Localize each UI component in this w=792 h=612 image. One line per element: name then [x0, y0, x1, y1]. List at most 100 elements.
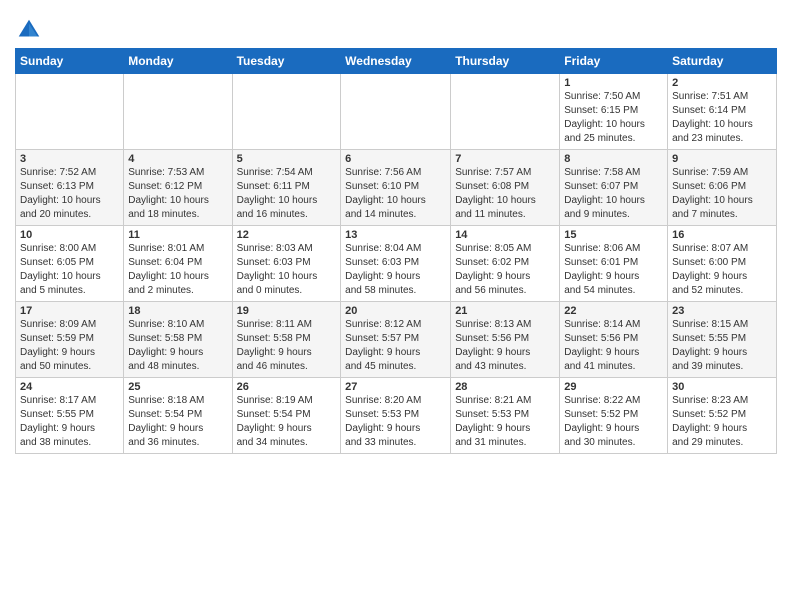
calendar-day-cell: 16Sunrise: 8:07 AM Sunset: 6:00 PM Dayli… [668, 226, 777, 302]
calendar-day-cell [124, 74, 232, 150]
day-number: 4 [128, 153, 227, 165]
day-number: 30 [672, 381, 772, 393]
day-number: 27 [345, 381, 446, 393]
day-info: Sunrise: 8:23 AM Sunset: 5:52 PM Dayligh… [672, 394, 772, 450]
calendar-day-cell: 28Sunrise: 8:21 AM Sunset: 5:53 PM Dayli… [451, 378, 560, 454]
calendar-day-cell: 3Sunrise: 7:52 AM Sunset: 6:13 PM Daylig… [16, 150, 124, 226]
calendar-day-cell: 29Sunrise: 8:22 AM Sunset: 5:52 PM Dayli… [560, 378, 668, 454]
day-number: 6 [345, 153, 446, 165]
calendar-day-cell: 7Sunrise: 7:57 AM Sunset: 6:08 PM Daylig… [451, 150, 560, 226]
calendar-day-cell: 5Sunrise: 7:54 AM Sunset: 6:11 PM Daylig… [232, 150, 341, 226]
calendar-day-cell: 8Sunrise: 7:58 AM Sunset: 6:07 PM Daylig… [560, 150, 668, 226]
day-info: Sunrise: 7:53 AM Sunset: 6:12 PM Dayligh… [128, 166, 227, 222]
calendar-day-cell: 12Sunrise: 8:03 AM Sunset: 6:03 PM Dayli… [232, 226, 341, 302]
day-number: 19 [237, 305, 337, 317]
calendar-week-row: 24Sunrise: 8:17 AM Sunset: 5:55 PM Dayli… [16, 378, 777, 454]
calendar-day-cell [232, 74, 341, 150]
calendar-day-cell: 1Sunrise: 7:50 AM Sunset: 6:15 PM Daylig… [560, 74, 668, 150]
calendar-day-cell: 14Sunrise: 8:05 AM Sunset: 6:02 PM Dayli… [451, 226, 560, 302]
day-number: 11 [128, 229, 227, 241]
day-number: 23 [672, 305, 772, 317]
day-number: 5 [237, 153, 337, 165]
calendar-table: SundayMondayTuesdayWednesdayThursdayFrid… [15, 48, 777, 454]
calendar-day-cell: 21Sunrise: 8:13 AM Sunset: 5:56 PM Dayli… [451, 302, 560, 378]
calendar-day-cell [341, 74, 451, 150]
day-number: 12 [237, 229, 337, 241]
day-number: 22 [564, 305, 663, 317]
calendar-day-cell: 26Sunrise: 8:19 AM Sunset: 5:54 PM Dayli… [232, 378, 341, 454]
day-info: Sunrise: 8:13 AM Sunset: 5:56 PM Dayligh… [455, 318, 555, 374]
day-number: 14 [455, 229, 555, 241]
calendar-day-cell: 2Sunrise: 7:51 AM Sunset: 6:14 PM Daylig… [668, 74, 777, 150]
day-info: Sunrise: 7:58 AM Sunset: 6:07 PM Dayligh… [564, 166, 663, 222]
logo-icon [15, 16, 43, 44]
calendar-header-row: SundayMondayTuesdayWednesdayThursdayFrid… [16, 49, 777, 74]
calendar-day-cell: 4Sunrise: 7:53 AM Sunset: 6:12 PM Daylig… [124, 150, 232, 226]
calendar-day-cell: 23Sunrise: 8:15 AM Sunset: 5:55 PM Dayli… [668, 302, 777, 378]
calendar-day-cell: 19Sunrise: 8:11 AM Sunset: 5:58 PM Dayli… [232, 302, 341, 378]
day-number: 25 [128, 381, 227, 393]
calendar-day-cell: 24Sunrise: 8:17 AM Sunset: 5:55 PM Dayli… [16, 378, 124, 454]
page-header [15, 10, 777, 44]
calendar-day-cell: 17Sunrise: 8:09 AM Sunset: 5:59 PM Dayli… [16, 302, 124, 378]
day-info: Sunrise: 8:01 AM Sunset: 6:04 PM Dayligh… [128, 242, 227, 298]
day-info: Sunrise: 8:22 AM Sunset: 5:52 PM Dayligh… [564, 394, 663, 450]
day-number: 21 [455, 305, 555, 317]
day-info: Sunrise: 8:18 AM Sunset: 5:54 PM Dayligh… [128, 394, 227, 450]
day-info: Sunrise: 8:05 AM Sunset: 6:02 PM Dayligh… [455, 242, 555, 298]
day-info: Sunrise: 8:14 AM Sunset: 5:56 PM Dayligh… [564, 318, 663, 374]
day-info: Sunrise: 8:15 AM Sunset: 5:55 PM Dayligh… [672, 318, 772, 374]
day-number: 16 [672, 229, 772, 241]
day-info: Sunrise: 8:10 AM Sunset: 5:58 PM Dayligh… [128, 318, 227, 374]
day-number: 2 [672, 77, 772, 89]
calendar-day-cell: 22Sunrise: 8:14 AM Sunset: 5:56 PM Dayli… [560, 302, 668, 378]
day-number: 24 [20, 381, 119, 393]
calendar-day-cell: 20Sunrise: 8:12 AM Sunset: 5:57 PM Dayli… [341, 302, 451, 378]
weekday-header: Tuesday [232, 49, 341, 74]
day-info: Sunrise: 8:06 AM Sunset: 6:01 PM Dayligh… [564, 242, 663, 298]
weekday-header: Thursday [451, 49, 560, 74]
day-info: Sunrise: 8:19 AM Sunset: 5:54 PM Dayligh… [237, 394, 337, 450]
calendar-week-row: 17Sunrise: 8:09 AM Sunset: 5:59 PM Dayli… [16, 302, 777, 378]
calendar-day-cell: 9Sunrise: 7:59 AM Sunset: 6:06 PM Daylig… [668, 150, 777, 226]
weekday-header: Sunday [16, 49, 124, 74]
day-info: Sunrise: 7:56 AM Sunset: 6:10 PM Dayligh… [345, 166, 446, 222]
day-number: 7 [455, 153, 555, 165]
day-info: Sunrise: 8:09 AM Sunset: 5:59 PM Dayligh… [20, 318, 119, 374]
calendar-day-cell: 15Sunrise: 8:06 AM Sunset: 6:01 PM Dayli… [560, 226, 668, 302]
day-info: Sunrise: 7:50 AM Sunset: 6:15 PM Dayligh… [564, 90, 663, 146]
day-info: Sunrise: 8:07 AM Sunset: 6:00 PM Dayligh… [672, 242, 772, 298]
day-info: Sunrise: 7:57 AM Sunset: 6:08 PM Dayligh… [455, 166, 555, 222]
day-info: Sunrise: 7:54 AM Sunset: 6:11 PM Dayligh… [237, 166, 337, 222]
day-info: Sunrise: 8:21 AM Sunset: 5:53 PM Dayligh… [455, 394, 555, 450]
day-info: Sunrise: 7:59 AM Sunset: 6:06 PM Dayligh… [672, 166, 772, 222]
day-number: 17 [20, 305, 119, 317]
day-info: Sunrise: 8:12 AM Sunset: 5:57 PM Dayligh… [345, 318, 446, 374]
day-number: 8 [564, 153, 663, 165]
day-info: Sunrise: 8:04 AM Sunset: 6:03 PM Dayligh… [345, 242, 446, 298]
calendar-week-row: 3Sunrise: 7:52 AM Sunset: 6:13 PM Daylig… [16, 150, 777, 226]
day-info: Sunrise: 8:11 AM Sunset: 5:58 PM Dayligh… [237, 318, 337, 374]
day-number: 10 [20, 229, 119, 241]
day-info: Sunrise: 8:03 AM Sunset: 6:03 PM Dayligh… [237, 242, 337, 298]
day-number: 15 [564, 229, 663, 241]
weekday-header: Saturday [668, 49, 777, 74]
calendar-day-cell: 30Sunrise: 8:23 AM Sunset: 5:52 PM Dayli… [668, 378, 777, 454]
calendar-day-cell: 11Sunrise: 8:01 AM Sunset: 6:04 PM Dayli… [124, 226, 232, 302]
day-info: Sunrise: 8:20 AM Sunset: 5:53 PM Dayligh… [345, 394, 446, 450]
day-number: 20 [345, 305, 446, 317]
weekday-header: Friday [560, 49, 668, 74]
day-info: Sunrise: 7:52 AM Sunset: 6:13 PM Dayligh… [20, 166, 119, 222]
logo [15, 16, 47, 44]
day-number: 18 [128, 305, 227, 317]
day-number: 26 [237, 381, 337, 393]
day-info: Sunrise: 8:17 AM Sunset: 5:55 PM Dayligh… [20, 394, 119, 450]
calendar-week-row: 10Sunrise: 8:00 AM Sunset: 6:05 PM Dayli… [16, 226, 777, 302]
calendar-day-cell: 6Sunrise: 7:56 AM Sunset: 6:10 PM Daylig… [341, 150, 451, 226]
day-number: 1 [564, 77, 663, 89]
calendar-day-cell: 25Sunrise: 8:18 AM Sunset: 5:54 PM Dayli… [124, 378, 232, 454]
calendar-day-cell: 10Sunrise: 8:00 AM Sunset: 6:05 PM Dayli… [16, 226, 124, 302]
day-number: 9 [672, 153, 772, 165]
weekday-header: Monday [124, 49, 232, 74]
day-number: 13 [345, 229, 446, 241]
